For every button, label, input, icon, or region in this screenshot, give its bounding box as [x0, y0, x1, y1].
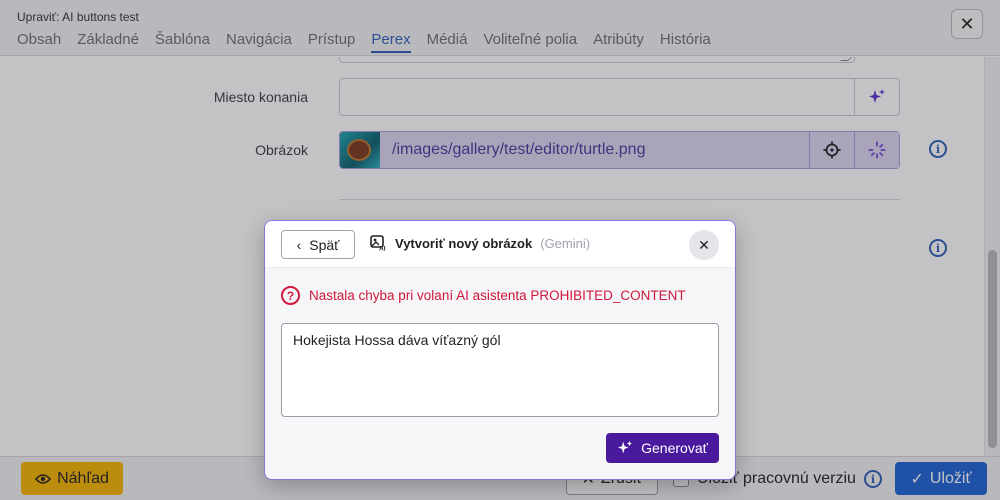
- dialog-title: Vytvoriť nový obrázok: [395, 235, 533, 251]
- dialog-title-group: AI Vytvoriť nový obrázok (Gemini): [370, 235, 590, 251]
- dialog-header: ‹ Späť AI Vytvoriť nový obrázok (Gemini)…: [265, 221, 735, 268]
- ai-image-dialog: ‹ Späť AI Vytvoriť nový obrázok (Gemini)…: [264, 220, 736, 480]
- back-label: Späť: [309, 236, 340, 253]
- error-message: ? Nastala chyba pri volaní AI asistenta …: [281, 286, 686, 305]
- error-text: Nastala chyba pri volaní AI asistenta PR…: [309, 288, 686, 303]
- dialog-close-button[interactable]: ✕: [689, 230, 719, 260]
- close-icon: ✕: [698, 236, 710, 253]
- svg-text:AI: AI: [379, 246, 386, 252]
- chevron-left-icon: ‹: [296, 236, 302, 253]
- back-button[interactable]: ‹ Späť: [281, 230, 355, 259]
- ai-image-icon: AI: [370, 235, 386, 252]
- ai-sparkle-icon: [618, 440, 633, 454]
- generate-button[interactable]: Generovať: [606, 433, 719, 463]
- dialog-subtitle: (Gemini): [540, 235, 591, 251]
- question-icon: ?: [281, 286, 300, 305]
- prompt-textarea[interactable]: Hokejista Hossa dáva víťazný gól: [281, 323, 719, 417]
- dialog-body: ? Nastala chyba pri volaní AI asistenta …: [265, 268, 735, 479]
- generate-label: Generovať: [641, 440, 708, 456]
